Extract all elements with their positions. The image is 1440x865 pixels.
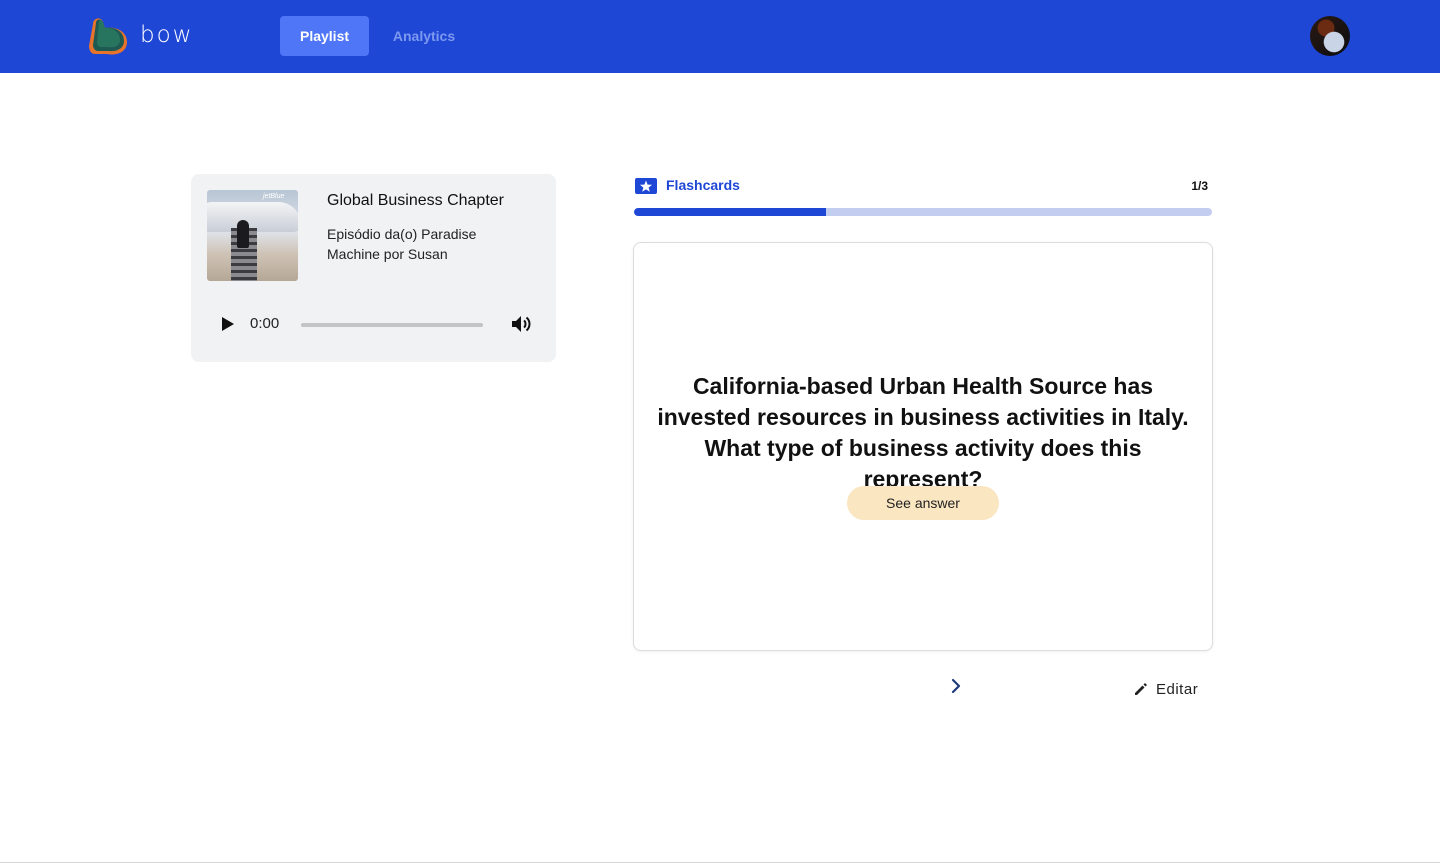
pencil-icon: [1135, 683, 1147, 695]
flashcards-label: Flashcards: [666, 177, 740, 193]
app-name: bow: [140, 22, 194, 48]
chevron-right-icon[interactable]: [946, 676, 966, 696]
seek-bar[interactable]: [301, 323, 483, 327]
see-answer-button[interactable]: See answer: [847, 486, 999, 520]
episode-subtitle: Episódio da(o) Paradise Machine por Susa…: [327, 226, 477, 262]
episode-title: Global Business Chapter: [327, 192, 504, 209]
current-time: 0:00: [250, 315, 280, 332]
top-header: bow Playlist Analytics: [0, 0, 1440, 73]
star-card-icon: [635, 178, 657, 194]
play-icon[interactable]: [217, 314, 237, 334]
tab-playlist[interactable]: Playlist: [280, 16, 369, 56]
tab-analytics[interactable]: Analytics: [384, 16, 464, 56]
audio-player: 0:00: [207, 304, 542, 344]
flashcard-counter: 1/3: [1191, 179, 1208, 193]
episode-player-card: jetBlue Global Business Chapter Episódio…: [191, 174, 556, 362]
volume-icon[interactable]: [509, 312, 533, 336]
edit-button[interactable]: Editar: [1134, 679, 1198, 699]
bow-logo[interactable]: bow: [87, 14, 197, 58]
flashcard: California-based Urban Health Source has…: [633, 242, 1213, 651]
user-avatar[interactable]: [1310, 16, 1350, 56]
page-bottom-divider: [0, 862, 1440, 863]
flashcard-question: California-based Urban Health Source has…: [657, 373, 1189, 492]
thumbnail-brand: jetBlue: [263, 193, 285, 200]
episode-thumbnail: jetBlue: [207, 190, 298, 281]
edit-label: Editar: [1156, 680, 1199, 698]
flashcard-progress-bar: [634, 208, 1212, 216]
bow-logo-icon: [89, 18, 127, 55]
progress-fill: [634, 208, 827, 216]
flashcards-header: Flashcards 1/3: [635, 175, 1212, 197]
